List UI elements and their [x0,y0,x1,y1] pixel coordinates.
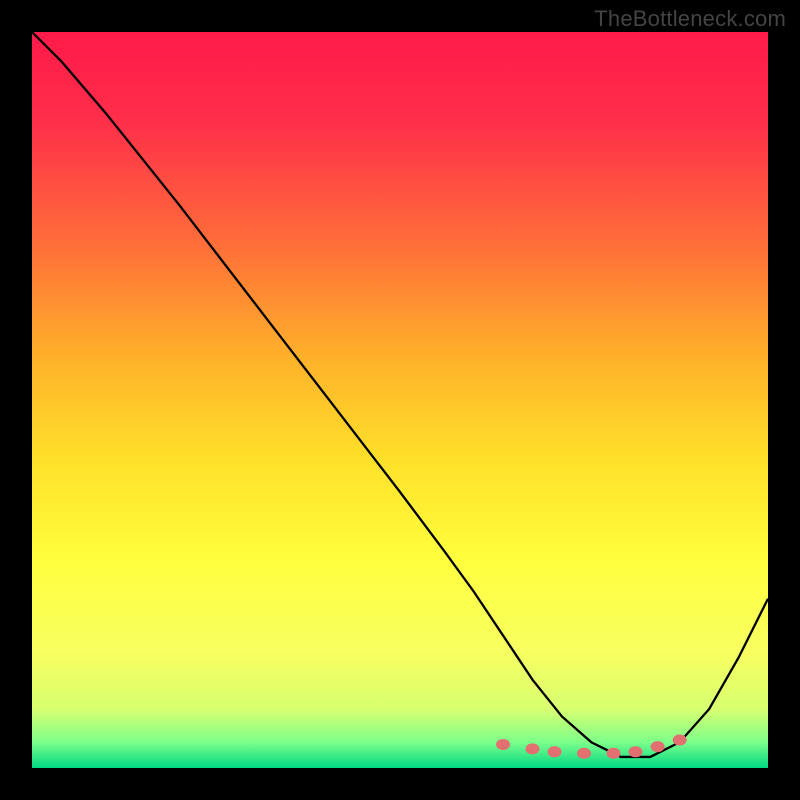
data-marker [651,741,665,752]
data-marker [525,743,539,754]
data-marker [629,746,643,757]
watermark-label: TheBottleneck.com [594,6,786,32]
chart-svg [32,32,768,768]
gradient-background [32,32,768,768]
chart-container: TheBottleneck.com [0,0,800,800]
data-marker [606,748,620,759]
data-marker [673,735,687,746]
data-marker [548,746,562,757]
plot-area [32,32,768,768]
data-marker [496,739,510,750]
data-marker [577,748,591,759]
